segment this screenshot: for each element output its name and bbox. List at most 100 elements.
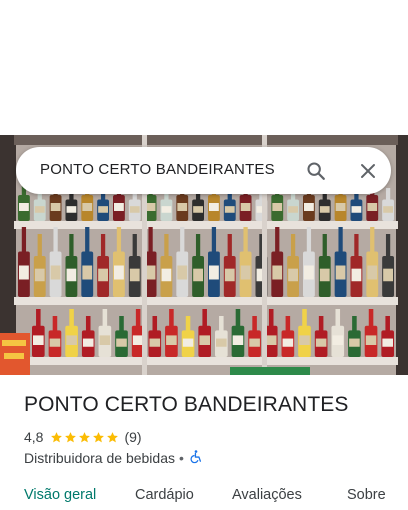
bottle-neck bbox=[202, 309, 207, 327]
bottle-neck bbox=[385, 188, 391, 200]
bottle-neck bbox=[235, 309, 241, 327]
bottle-label bbox=[367, 265, 378, 280]
bottle-label bbox=[19, 265, 29, 280]
star-icon bbox=[79, 431, 91, 442]
bottle-neck bbox=[102, 309, 108, 327]
bottle-label bbox=[50, 265, 61, 280]
bottle-label bbox=[116, 338, 127, 347]
bottle-label bbox=[349, 338, 360, 347]
bottle-label bbox=[304, 265, 314, 280]
bottle-label bbox=[304, 203, 314, 211]
bottle-neck bbox=[352, 316, 357, 331]
bottle-label bbox=[332, 335, 344, 345]
bottle-label bbox=[66, 268, 77, 282]
bottle-neck bbox=[164, 234, 169, 257]
bottle-neck bbox=[211, 227, 217, 253]
bottle-neck bbox=[243, 227, 248, 253]
bottle-neck bbox=[180, 227, 185, 253]
blank-header-area bbox=[0, 0, 408, 135]
bottle-neck bbox=[338, 227, 343, 253]
bottle-label bbox=[382, 338, 393, 347]
bottle-label bbox=[216, 338, 227, 347]
bottle-neck bbox=[185, 316, 191, 331]
bottle-neck bbox=[195, 234, 201, 257]
review-count[interactable]: (9) bbox=[124, 429, 141, 445]
search-icon[interactable] bbox=[304, 159, 328, 183]
tab-overview[interactable]: Visão geral bbox=[24, 487, 96, 503]
rating-value: 4,8 bbox=[24, 429, 44, 445]
bottle-label bbox=[224, 268, 235, 282]
bottle-label bbox=[161, 206, 172, 213]
star-icon bbox=[107, 431, 119, 442]
place-tabs: Visão geral Cardápio Avaliações Sobre bbox=[0, 485, 408, 510]
close-icon[interactable] bbox=[356, 159, 380, 183]
bottle-label bbox=[66, 206, 77, 213]
bottle-label bbox=[98, 206, 108, 213]
bottle-label bbox=[129, 268, 140, 282]
search-query-text[interactable]: PONTO CERTO BANDEIRANTES bbox=[40, 161, 275, 178]
bottle-label bbox=[49, 338, 61, 347]
bottle-label bbox=[166, 335, 177, 345]
bottle-neck bbox=[100, 234, 106, 257]
bottle-label bbox=[282, 338, 294, 347]
bottle-label bbox=[335, 265, 346, 280]
bottle-label bbox=[232, 335, 244, 345]
bottle-neck bbox=[152, 316, 158, 331]
bottle-label bbox=[114, 265, 124, 280]
tab-reviews[interactable]: Avaliações bbox=[232, 487, 302, 503]
place-category[interactable]: Distribuidora de bebidas bbox=[24, 450, 175, 466]
bottle-neck bbox=[354, 234, 359, 257]
bottle-neck bbox=[252, 316, 257, 331]
rating-stars bbox=[50, 431, 120, 444]
bottle-label bbox=[351, 268, 362, 282]
bottle-label bbox=[299, 335, 310, 345]
bottle-neck bbox=[335, 309, 341, 327]
bottle-label bbox=[193, 268, 203, 282]
bottle-neck bbox=[52, 316, 58, 331]
star-icon bbox=[65, 431, 77, 442]
rating-row[interactable]: 4,8 (9) bbox=[24, 428, 142, 446]
bottle-neck bbox=[85, 227, 90, 253]
bottle-neck bbox=[132, 234, 137, 257]
bottle-neck bbox=[227, 234, 232, 257]
bottle-neck bbox=[268, 309, 274, 327]
bottle-neck bbox=[290, 234, 296, 257]
bottle-label bbox=[182, 338, 194, 347]
bottle-label bbox=[99, 335, 111, 345]
bottle-neck bbox=[69, 309, 74, 327]
bottle-label bbox=[249, 338, 260, 347]
bottle-label bbox=[335, 203, 346, 211]
star-icon bbox=[51, 431, 63, 442]
bottle-neck bbox=[275, 227, 280, 253]
bottle-neck bbox=[385, 316, 390, 331]
bottle-label bbox=[33, 335, 44, 345]
tab-about[interactable]: Sobre bbox=[347, 487, 386, 503]
bottle-neck bbox=[385, 234, 391, 257]
category-row: Distribuidora de bebidas • bbox=[24, 449, 203, 467]
bottle-neck bbox=[148, 227, 153, 253]
bottle-label bbox=[66, 335, 77, 345]
bottle-label bbox=[82, 203, 93, 211]
bottle-neck bbox=[116, 227, 122, 253]
bottle-label bbox=[82, 265, 93, 280]
star-icon bbox=[93, 431, 105, 442]
bottle-label bbox=[50, 203, 61, 211]
bottle-neck bbox=[53, 227, 58, 253]
bottle-label bbox=[209, 203, 219, 211]
bottle-label bbox=[288, 206, 298, 213]
bottle-label bbox=[319, 206, 330, 213]
wheelchair-accessible-icon bbox=[189, 449, 203, 467]
bottle-label bbox=[224, 206, 235, 213]
bottle-label bbox=[272, 203, 283, 211]
bottle-neck bbox=[21, 227, 27, 253]
bottle-label bbox=[193, 206, 203, 213]
bottle-label bbox=[319, 268, 330, 282]
bottle-neck bbox=[322, 234, 327, 257]
bottle-label bbox=[145, 203, 156, 211]
tab-menu[interactable]: Cardápio bbox=[135, 487, 194, 503]
search-bar[interactable]: PONTO CERTO BANDEIRANTES bbox=[16, 147, 391, 194]
bottle-neck bbox=[135, 309, 141, 327]
bottle-label bbox=[265, 335, 277, 345]
bottle-label bbox=[129, 206, 140, 213]
bottle-neck bbox=[219, 316, 224, 331]
